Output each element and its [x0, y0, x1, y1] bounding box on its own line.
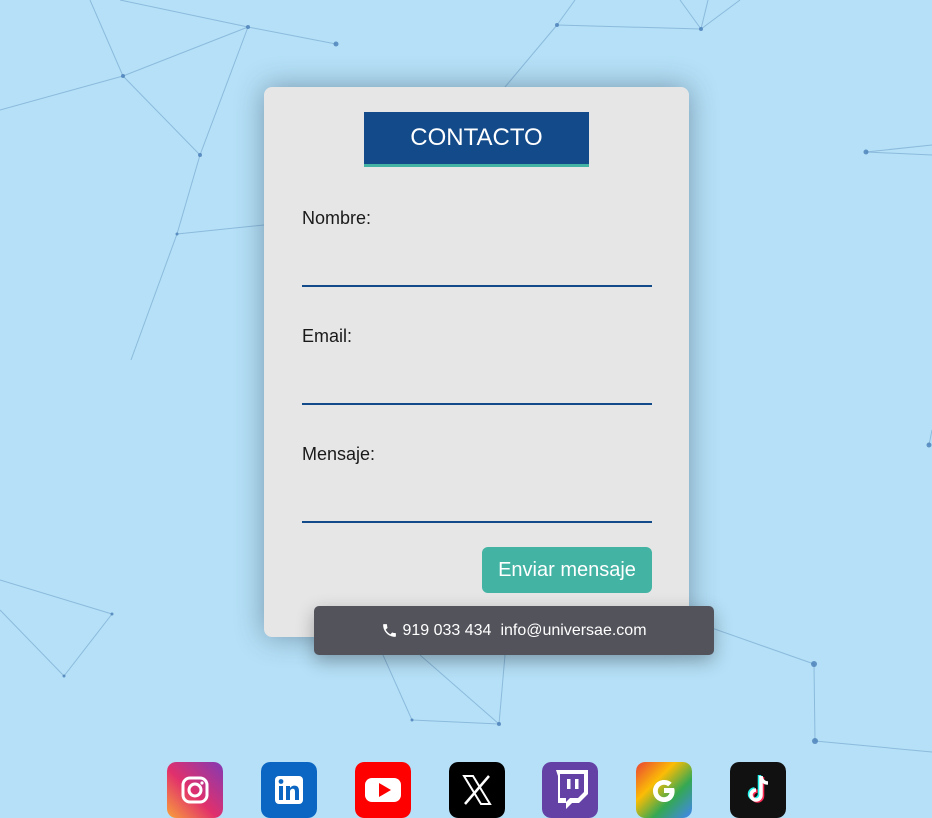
tiktok-icon[interactable]	[730, 762, 786, 818]
send-message-button[interactable]: Enviar mensaje	[482, 547, 652, 593]
phone-number[interactable]: 919 033 434	[402, 622, 491, 640]
message-field[interactable]	[302, 493, 652, 523]
google-icon[interactable]	[636, 762, 692, 818]
form-title: CONTACTO	[364, 112, 589, 167]
name-field[interactable]	[302, 257, 652, 287]
contact-email[interactable]: info@universae.com	[500, 622, 646, 640]
x-icon[interactable]	[449, 762, 505, 818]
phone-icon	[383, 624, 397, 637]
message-label: Mensaje:	[302, 444, 376, 464]
contact-form-card: CONTACTO Nombre: Email: Mensaje: Enviar …	[264, 87, 689, 637]
email-label: Email:	[302, 326, 353, 346]
linkedin-icon[interactable]	[261, 762, 317, 818]
contact-info-bar: 919 033 434 info@universae.com	[314, 606, 714, 655]
name-label: Nombre:	[302, 208, 372, 228]
twitch-icon[interactable]	[542, 762, 598, 818]
email-field[interactable]	[302, 375, 652, 405]
instagram-icon[interactable]	[167, 762, 223, 818]
youtube-icon[interactable]	[355, 762, 411, 818]
